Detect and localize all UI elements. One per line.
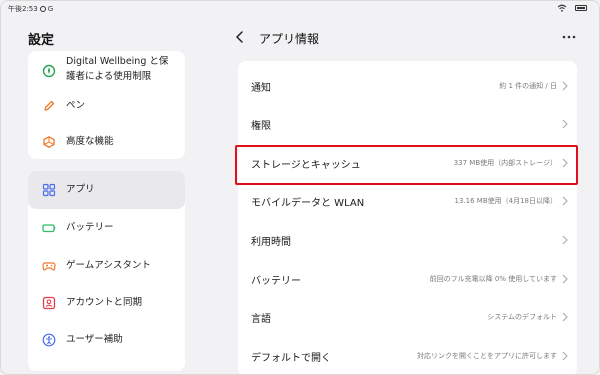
row-notifications[interactable]: 通知 約 1 件の通知 / 日 — [238, 68, 577, 106]
sidebar-item-label-line1: Digital Wellbeing と保 — [66, 56, 169, 67]
game-assistant-icon — [42, 259, 56, 273]
chevron-right-icon — [562, 235, 568, 245]
sidebar-item-pen[interactable]: ペン — [28, 95, 185, 117]
sidebar-item-label: ゲームアシスタント — [66, 260, 151, 271]
status-app-letter: G — [47, 5, 54, 13]
back-arrow-icon[interactable] — [233, 30, 247, 44]
sidebar-item-digital-wellbeing[interactable]: Digital Wellbeing と保 護者による使用制限 — [28, 53, 185, 89]
row-label: ストレージとキャッシュ — [251, 160, 361, 171]
chevron-right-icon — [562, 351, 568, 361]
app-info-card: 通知 約 1 件の通知 / 日 権限 ストレージとキャッシュ 337 MB使用（… — [238, 61, 577, 374]
pen-icon — [42, 99, 56, 113]
row-value: 約 1 件の通知 / 日 — [499, 82, 557, 90]
row-mobile-data-wlan[interactable]: モバイルデータと WLAN 13.16 MB使用（4月18日以降） — [238, 183, 577, 221]
row-label: バッテリー — [251, 276, 301, 287]
wifi-icon — [557, 4, 567, 12]
sidebar-item-label: アカウントと同期 — [66, 297, 143, 308]
status-bar: 午後2:53 G — [1, 1, 599, 17]
chevron-right-icon — [562, 312, 568, 322]
sync-status-icon — [39, 6, 46, 12]
sidebar-item-advanced-features[interactable]: 高度な機能 — [28, 131, 185, 153]
sidebar-item-accessibility[interactable]: ユーザー補助 — [28, 329, 185, 351]
chevron-right-icon — [562, 119, 568, 129]
chevron-right-icon — [562, 158, 568, 168]
row-value: 13.16 MB使用（4月18日以降） — [454, 197, 557, 205]
accessibility-icon — [42, 333, 56, 347]
sidebar-item-label: アプリ — [66, 184, 95, 195]
advanced-features-icon — [42, 135, 56, 149]
row-label: 通知 — [251, 83, 271, 94]
row-label: 利用時間 — [251, 237, 291, 248]
row-value: 前回のフル充電以降 0% 使用しています — [429, 275, 557, 283]
status-time: 午後2:53 — [8, 5, 38, 13]
chevron-right-icon — [562, 196, 568, 206]
sidebar-item-battery[interactable]: バッテリー — [28, 217, 185, 239]
sidebar-item-apps[interactable]: アプリ — [28, 171, 185, 209]
sidebar-item-label: ペン — [66, 100, 86, 111]
sidebar-item-label: 高度な機能 — [66, 136, 114, 147]
sidebar-item-label: ユーザー補助 — [66, 334, 123, 345]
sidebar-item-game-assistant[interactable]: ゲームアシスタント — [28, 255, 185, 277]
sidebar-card-bottom: アプリ バッテリー ゲームアシスタント アカウントと同期 ユーザー補助 — [28, 171, 185, 371]
sidebar-item-label: バッテリー — [66, 222, 114, 233]
page-title: アプリ情報 — [259, 32, 320, 46]
row-label: 権限 — [251, 121, 271, 132]
row-storage-cache[interactable]: ストレージとキャッシュ 337 MB使用（内部ストレージ） — [238, 145, 577, 183]
row-value: システムのデフォルト — [487, 313, 557, 321]
wellbeing-icon — [42, 64, 56, 78]
sidebar-title: 設定 — [28, 33, 55, 48]
row-language[interactable]: 言語 システムのデフォルト — [238, 299, 577, 337]
tablet-screen: 午後2:53 G 設定 Digital Wellbeing と保 護者による使用… — [0, 0, 600, 375]
battery-status-icon — [575, 5, 587, 11]
chevron-right-icon — [562, 274, 568, 284]
row-label: モバイルデータと WLAN — [251, 198, 365, 209]
status-left: 午後2:53 G — [8, 4, 53, 14]
row-value: 337 MB使用（内部ストレージ） — [453, 159, 557, 167]
sidebar-card-top: Digital Wellbeing と保 護者による使用制限 ペン 高度な機能 — [28, 51, 185, 159]
apps-icon — [42, 183, 56, 197]
row-permissions[interactable]: 権限 — [238, 106, 577, 144]
chevron-right-icon — [562, 81, 568, 91]
row-battery[interactable]: バッテリー 前回のフル充電以降 0% 使用しています — [238, 261, 577, 299]
more-options-icon[interactable] — [561, 30, 577, 44]
row-screen-time[interactable]: 利用時間 — [238, 222, 577, 260]
row-label: デフォルトで開く — [251, 353, 331, 364]
row-open-by-default[interactable]: デフォルトで開く 対応リンクを開くことをアプリに許可します — [238, 338, 577, 374]
row-label: 言語 — [251, 314, 271, 325]
status-right — [557, 4, 587, 12]
sidebar-item-account-sync[interactable]: アカウントと同期 — [28, 292, 185, 314]
account-sync-icon — [42, 296, 56, 310]
row-value: 対応リンクを開くことをアプリに許可します — [417, 352, 557, 360]
battery-icon — [42, 221, 56, 235]
sidebar-item-label-line2: 護者による使用制限 — [66, 71, 152, 82]
